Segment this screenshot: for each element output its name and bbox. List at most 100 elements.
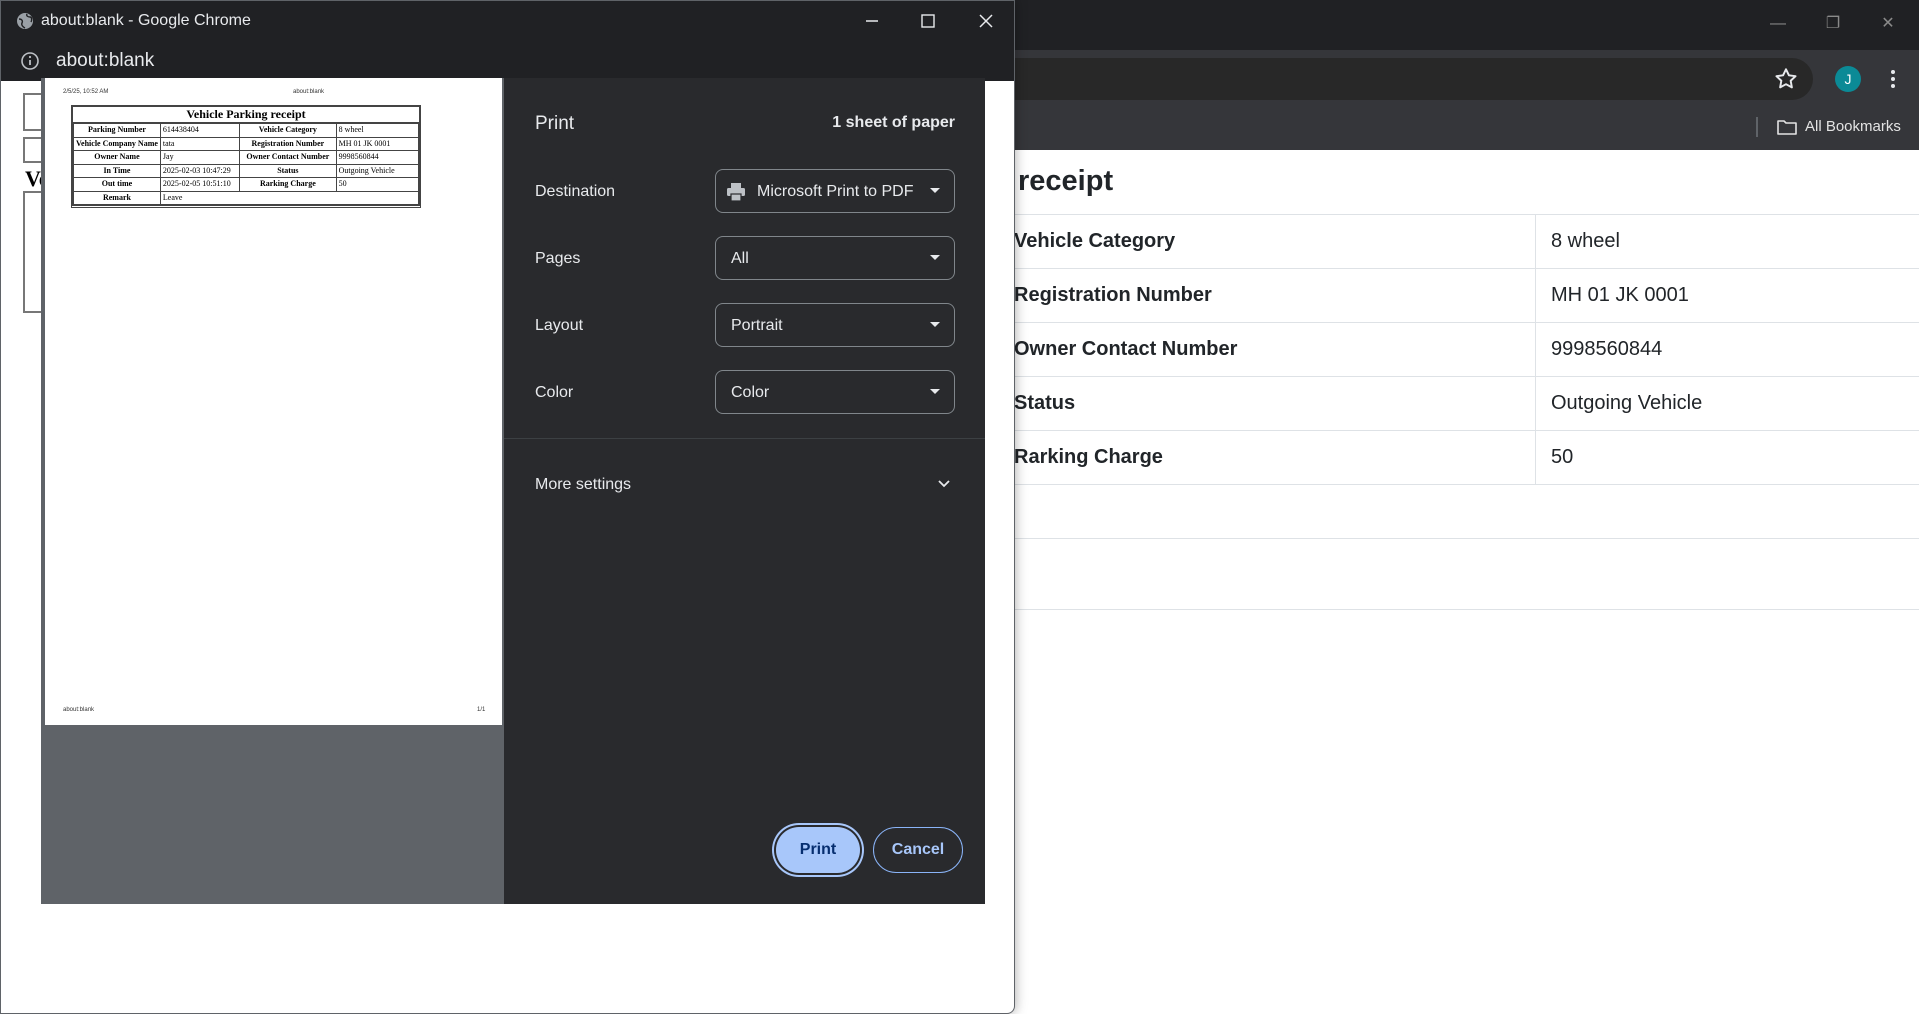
table-row: Parking Number 614438404 Vehicle Categor… bbox=[73, 123, 420, 138]
row-key: Owner Contact Number bbox=[1014, 338, 1238, 360]
table-row-empty bbox=[1000, 484, 1919, 538]
cell-value: Jay bbox=[159, 150, 241, 165]
cell-label: Registration Number bbox=[239, 136, 337, 151]
cell-label: Owner Contact Number bbox=[239, 150, 337, 165]
print-button[interactable]: Print bbox=[776, 827, 860, 873]
color-value: Color bbox=[731, 384, 770, 401]
pages-label: Pages bbox=[535, 250, 581, 267]
column-divider bbox=[1535, 377, 1536, 430]
bg-close-icon[interactable]: ✕ bbox=[1876, 12, 1900, 36]
destination-value: Microsoft Print to PDF bbox=[757, 183, 914, 200]
cell-label: Vehicle Company Name bbox=[73, 136, 161, 151]
bookmark-star-icon[interactable] bbox=[1773, 66, 1799, 92]
receipt-title: Vehicle Parking receipt bbox=[73, 107, 419, 123]
bg-address-bar[interactable] bbox=[960, 58, 1813, 100]
folder-icon[interactable] bbox=[1776, 117, 1798, 137]
bookmarks-divider bbox=[1756, 117, 1758, 137]
row-key: Registration Number bbox=[1014, 284, 1212, 306]
site-info-icon[interactable] bbox=[19, 50, 41, 72]
maximize-icon[interactable] bbox=[916, 9, 940, 33]
cell-value: 8 wheel bbox=[335, 123, 420, 138]
preview-header-url: about:blank bbox=[293, 89, 325, 95]
table-row: Owner Name Jay Owner Contact Number 9998… bbox=[73, 150, 420, 165]
row-value: 8 wheel bbox=[1551, 230, 1620, 252]
cell-label: Status bbox=[239, 163, 337, 178]
table-row-empty bbox=[1000, 538, 1919, 610]
print-preview-area: 2/5/25, 10:52 AM about:blank Vehicle Par… bbox=[41, 78, 504, 904]
page-heading: receipt bbox=[1018, 165, 1114, 197]
sheet-count: 1 sheet of paper bbox=[832, 114, 955, 131]
row-value: 9998560844 bbox=[1551, 338, 1663, 360]
popup-window: about:blank - Google Chrome about:blank … bbox=[0, 0, 1015, 1014]
row-key: Vehicle Category bbox=[1014, 230, 1176, 252]
row-key: Status bbox=[1014, 392, 1076, 414]
table-row: Vehicle Category 8 wheel bbox=[1000, 214, 1919, 268]
cell-label: Vehicle Category bbox=[239, 123, 337, 138]
preview-footer-page: 1/1 bbox=[477, 707, 486, 713]
print-settings-panel: Print 1 sheet of paper Destination Micro… bbox=[504, 78, 985, 904]
chevron-down-icon bbox=[930, 389, 940, 394]
cell-label: Remark bbox=[73, 190, 161, 205]
row-value: Outgoing Vehicle bbox=[1551, 392, 1703, 414]
settings-divider bbox=[504, 438, 985, 439]
table-row: Vehicle Company Name tata Registration N… bbox=[73, 136, 420, 151]
cell-value: 9998560844 bbox=[335, 150, 420, 165]
close-icon[interactable] bbox=[974, 9, 998, 33]
cell-value: Leave bbox=[159, 190, 420, 205]
color-select[interactable]: Color bbox=[715, 370, 955, 414]
preview-page: 2/5/25, 10:52 AM about:blank Vehicle Par… bbox=[45, 78, 502, 725]
column-divider bbox=[1535, 215, 1536, 268]
destination-label: Destination bbox=[535, 183, 616, 200]
cell-value: MH 01 JK 0001 bbox=[335, 136, 420, 151]
popup-url[interactable]: about:blank bbox=[56, 50, 154, 72]
row-value: MH 01 JK 0001 bbox=[1551, 284, 1689, 306]
pages-value: All bbox=[731, 250, 749, 267]
table-row: Registration Number MH 01 JK 0001 bbox=[1000, 268, 1919, 322]
column-divider bbox=[1535, 431, 1536, 484]
table-row: In Time 2025-02-03 10:47:29 Status Outgo… bbox=[73, 163, 420, 178]
column-divider bbox=[1535, 323, 1536, 376]
table-row: Rarking Charge 50 bbox=[1000, 430, 1919, 484]
pages-select[interactable]: All bbox=[715, 236, 955, 280]
cell-value: 2025-02-03 10:47:29 bbox=[159, 163, 241, 178]
table-row: Status Outgoing Vehicle bbox=[1000, 376, 1919, 430]
popup-window-title: about:blank - Google Chrome bbox=[41, 12, 251, 29]
cancel-button[interactable]: Cancel bbox=[873, 827, 963, 873]
cell-value: 2025-02-05 10:51:10 bbox=[159, 177, 241, 192]
globe-icon bbox=[17, 13, 33, 29]
destination-select[interactable]: Microsoft Print to PDF bbox=[715, 169, 955, 213]
bg-minimize-icon[interactable]: — bbox=[1766, 12, 1790, 36]
chevron-down-icon bbox=[930, 322, 940, 327]
printer-icon bbox=[727, 183, 745, 202]
receipt-table: Vehicle Category 8 wheel Registration Num… bbox=[1000, 214, 1919, 484]
profile-avatar[interactable]: J bbox=[1835, 66, 1861, 92]
cell-label: Rarking Charge bbox=[239, 177, 337, 192]
all-bookmarks-label[interactable]: All Bookmarks bbox=[1805, 117, 1901, 137]
color-label: Color bbox=[535, 384, 574, 401]
minimize-icon[interactable] bbox=[860, 9, 884, 33]
column-divider bbox=[1535, 269, 1536, 322]
table-row: Owner Contact Number 9998560844 bbox=[1000, 322, 1919, 376]
cell-value: 614438404 bbox=[159, 123, 241, 138]
layout-select[interactable]: Portrait bbox=[715, 303, 955, 347]
cell-label: Parking Number bbox=[73, 123, 161, 138]
chrome-menu-icon[interactable] bbox=[1883, 66, 1903, 92]
table-row: Remark Leave bbox=[73, 190, 420, 205]
row-value: 50 bbox=[1551, 446, 1574, 468]
preview-footer-url: about:blank bbox=[63, 707, 95, 713]
cell-label: Owner Name bbox=[73, 150, 161, 165]
cell-value: tata bbox=[159, 136, 241, 151]
row-key: Rarking Charge bbox=[1014, 446, 1163, 468]
cell-value: Outgoing Vehicle bbox=[335, 163, 420, 178]
receipt-table: Parking Number 614438404 Vehicle Categor… bbox=[73, 123, 420, 205]
print-dialog: 2/5/25, 10:52 AM about:blank Vehicle Par… bbox=[41, 78, 985, 904]
chevron-down-icon bbox=[930, 255, 940, 260]
more-settings-toggle[interactable]: More settings bbox=[535, 476, 631, 494]
print-title: Print bbox=[535, 113, 575, 134]
cell-label: Out time bbox=[73, 177, 161, 192]
expand-chevron-icon[interactable] bbox=[934, 474, 954, 494]
preview-receipt: Vehicle Parking receipt Parking Number 6… bbox=[71, 105, 421, 208]
cell-label: In Time bbox=[73, 163, 161, 178]
preview-header-date: 2/5/25, 10:52 AM bbox=[63, 89, 109, 95]
bg-restore-icon[interactable]: ❐ bbox=[1821, 12, 1845, 36]
